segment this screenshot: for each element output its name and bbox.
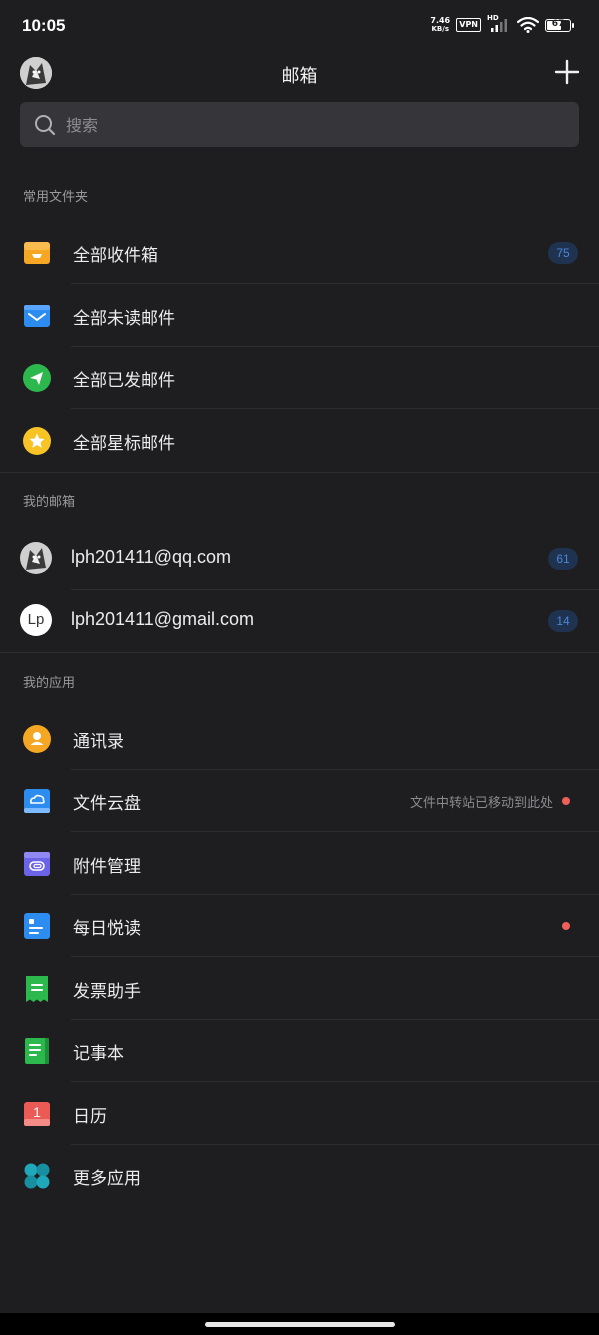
app-label: 文件云盘 (73, 794, 141, 814)
app-daily-read[interactable]: 每日悦读 (0, 895, 599, 957)
app-calendar[interactable]: 1 日历 (0, 1083, 599, 1145)
app-invoice[interactable]: 发票助手 (0, 958, 599, 1020)
cloud-drive-icon (24, 789, 50, 813)
notebook-icon (25, 1038, 49, 1064)
app-cloud-drive[interactable]: 文件云盘 文件中转站已移动到此处 (0, 770, 599, 832)
folder-all-starred[interactable]: 全部星标邮件 (0, 410, 599, 472)
network-speed: 7.46 KB/s (430, 16, 451, 34)
app-attachments[interactable]: 附件管理 (0, 833, 599, 895)
app-label: 通讯录 (73, 732, 124, 752)
inbox-icon (24, 242, 50, 264)
app-contacts[interactable]: 通讯录 (0, 708, 599, 770)
unread-mail-icon (24, 305, 50, 327)
search-input[interactable] (64, 102, 548, 149)
mailbox-qq[interactable]: lph201411@qq.com 61 (0, 528, 599, 590)
invoice-icon (26, 976, 48, 1002)
unread-count-badge: 75 (548, 242, 578, 264)
red-dot-indicator (562, 922, 570, 930)
system-nav-bar (0, 1313, 599, 1335)
mailbox-address: lph201411@gmail.com (71, 609, 255, 629)
app-label: 发票助手 (73, 982, 141, 1002)
daily-read-icon (24, 913, 50, 939)
user-avatar (20, 542, 52, 574)
vpn-icon: VPN (456, 18, 481, 32)
section-common-folders: 常用文件夹 (23, 190, 89, 205)
folder-label: 全部星标邮件 (73, 434, 175, 454)
red-dot-indicator (562, 797, 570, 805)
folder-label: 全部已发邮件 (73, 371, 175, 391)
mailbox-gmail[interactable]: Lp lph201411@gmail.com 14 (0, 590, 599, 652)
section-my-apps: 我的应用 (23, 676, 76, 691)
app-label: 附件管理 (73, 857, 141, 877)
mailbox-address: lph201411@qq.com (71, 547, 232, 567)
attachment-icon (24, 852, 50, 876)
sent-icon (23, 364, 51, 392)
status-bar: 10:05 7.46 KB/s VPN HD 67 (0, 0, 599, 54)
header: 邮箱 (0, 54, 599, 94)
battery-icon: 67 (545, 18, 574, 32)
star-icon (23, 427, 51, 455)
page-title: 邮箱 (281, 66, 318, 87)
app-label: 记事本 (73, 1044, 124, 1064)
wifi-icon (517, 17, 539, 33)
mailbox-avatar: Lp (20, 604, 52, 636)
status-icons: 7.46 KB/s VPN HD 67 (430, 14, 574, 34)
app-notebook[interactable]: 记事本 (0, 1020, 599, 1082)
app-hint: 文件中转站已移动到此处 (409, 796, 553, 811)
unread-count-badge: 14 (548, 610, 578, 632)
home-indicator[interactable] (205, 1322, 395, 1327)
section-my-mailboxes: 我的邮箱 (23, 495, 76, 510)
status-time: 10:05 (22, 16, 66, 35)
contacts-icon (23, 725, 51, 753)
section-divider (0, 652, 599, 653)
folder-all-sent[interactable]: 全部已发邮件 (0, 347, 599, 409)
more-apps-icon (24, 1163, 50, 1189)
folder-all-unread[interactable]: 全部未读邮件 (0, 285, 599, 347)
section-divider (0, 472, 599, 473)
plus-icon[interactable] (553, 58, 581, 86)
search-bar[interactable] (20, 102, 579, 149)
unread-count-badge: 61 (548, 548, 578, 570)
folder-all-inbox[interactable]: 全部收件箱 75 (0, 222, 599, 284)
app-label: 每日悦读 (73, 919, 141, 939)
calendar-icon: 1 (23, 1100, 51, 1128)
signal-icon: HD (487, 14, 511, 33)
folder-label: 全部未读邮件 (73, 309, 175, 329)
app-label: 更多应用 (73, 1169, 141, 1189)
app-more[interactable]: 更多应用 (0, 1145, 599, 1207)
search-icon (35, 115, 56, 136)
app-label: 日历 (73, 1107, 107, 1127)
folder-label: 全部收件箱 (73, 246, 158, 266)
